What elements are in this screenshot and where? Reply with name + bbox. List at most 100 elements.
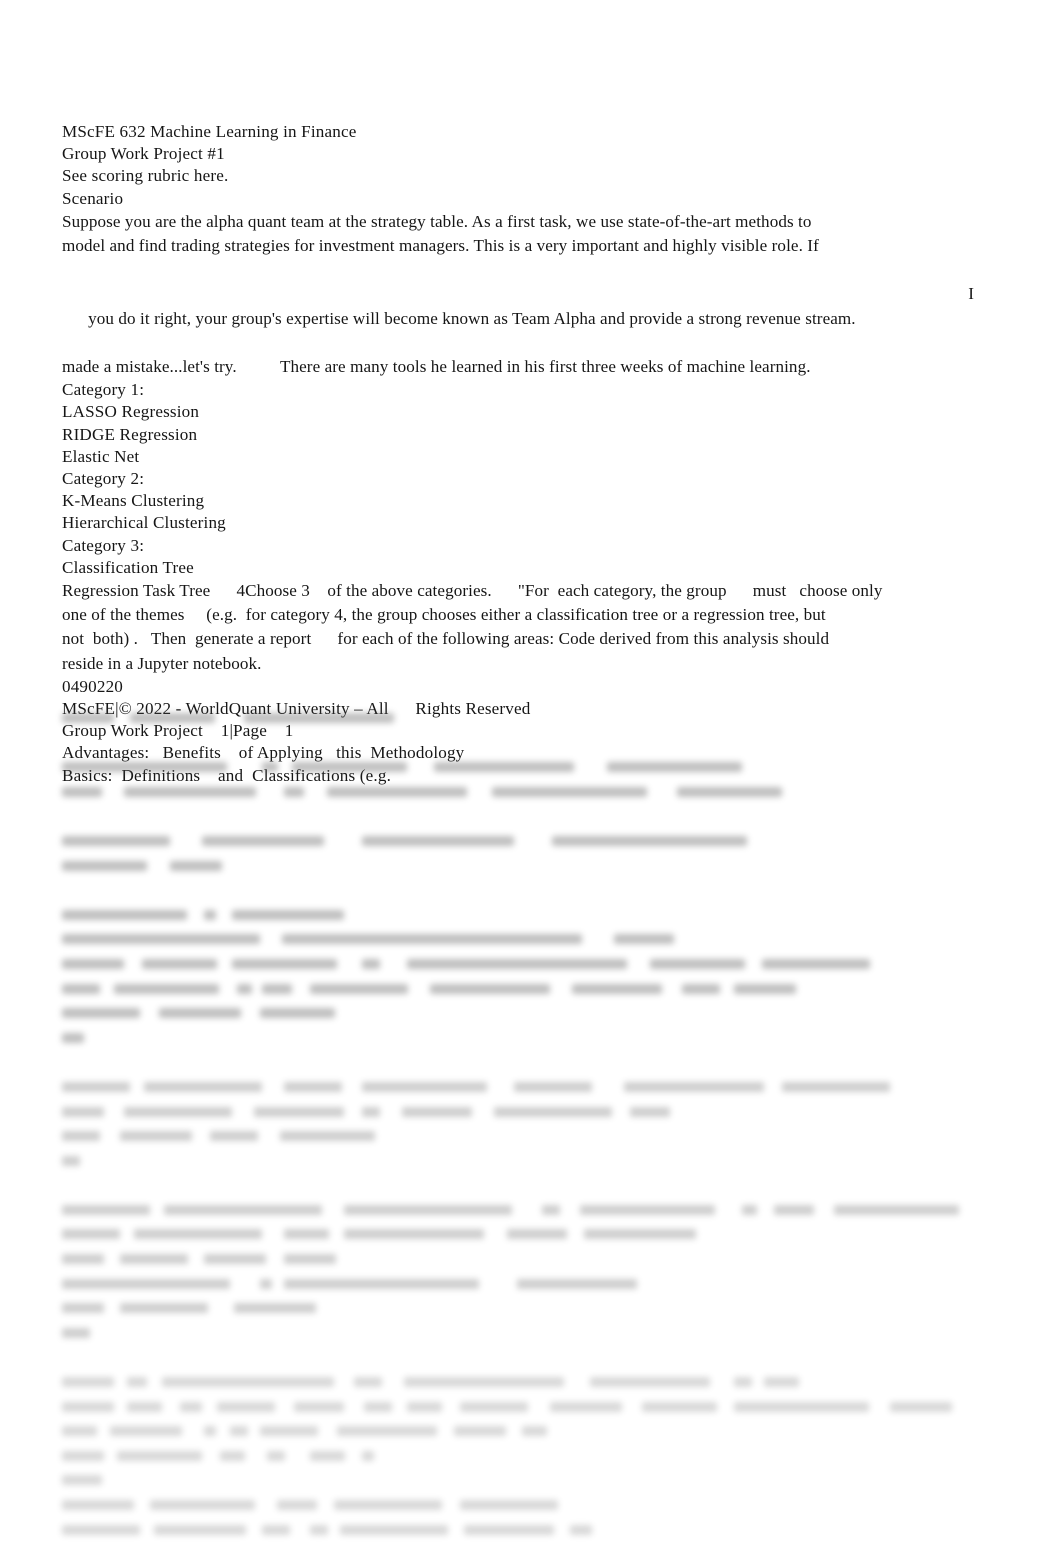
blurred-word-block	[260, 1008, 335, 1019]
blurred-text-line	[62, 1278, 1022, 1289]
blurred-word-block	[284, 1081, 342, 1092]
copyright-line: MScFE|© 2022 - WorldQuant University – A…	[62, 699, 531, 719]
blurred-word-block	[517, 1278, 637, 1289]
blurred-text-line	[62, 885, 1022, 895]
blurred-word-block	[514, 1081, 592, 1092]
blurred-word-block	[310, 983, 408, 994]
blurred-word-block	[134, 1229, 262, 1240]
blurred-text-line	[62, 1131, 1022, 1142]
blurred-word-block	[682, 983, 720, 994]
blurred-text-line	[62, 860, 1022, 871]
blurred-word-block	[237, 983, 252, 994]
blurred-word-block	[62, 1401, 114, 1412]
blurred-text-line	[62, 909, 1022, 920]
blurred-word-block	[344, 1229, 484, 1240]
instructions-paragraph-line-1: Regression Task Tree 4Choose 3 of the ab…	[62, 581, 883, 601]
blurred-word-block	[407, 1401, 442, 1412]
blurred-word-block	[62, 1081, 130, 1092]
blurred-word-block	[492, 786, 647, 797]
blurred-word-block	[62, 835, 170, 846]
scenario-paragraph-line-3: I you do it right, your group's expertis…	[62, 258, 982, 355]
blurred-word-block	[62, 958, 124, 969]
blurred-word-block	[742, 1204, 757, 1215]
blurred-word-block	[120, 1131, 192, 1142]
blurred-word-block	[614, 934, 674, 945]
blurred-text-line	[62, 1106, 1022, 1117]
blurred-word-block	[642, 1401, 717, 1412]
blurred-word-block	[460, 1401, 528, 1412]
blurred-word-block	[762, 958, 870, 969]
blurred-word-block	[430, 983, 550, 994]
blurred-word-block	[62, 1106, 104, 1117]
category-item-classification-tree: Classification Tree	[62, 557, 194, 577]
blurred-text-line	[62, 1500, 1022, 1510]
blurred-word-block	[232, 909, 344, 920]
blurred-word-block	[362, 1081, 487, 1092]
blurred-word-block	[217, 1401, 275, 1412]
blurred-word-block	[62, 860, 147, 871]
scenario-paragraph-line-4: made a mistake...let's try. There are ma…	[62, 357, 811, 377]
blurred-word-block	[62, 786, 102, 797]
blurred-word-block	[454, 1426, 506, 1437]
blurred-word-block	[354, 1377, 382, 1388]
instructions-paragraph-line-3: not both) . Then generate a report for e…	[62, 629, 830, 649]
blurred-word-block	[127, 1401, 162, 1412]
blurred-word-block	[890, 1401, 952, 1412]
blurred-word-block	[62, 1327, 90, 1338]
blurred-text-line	[62, 1032, 1022, 1043]
blurred-word-block	[650, 958, 745, 969]
blurred-word-block	[782, 1081, 890, 1092]
category-item-k-means-clustering: K-Means Clustering	[62, 491, 205, 511]
blurred-word-block	[284, 786, 304, 797]
blurred-word-block	[62, 1032, 84, 1043]
category-1-heading: Category 1:	[62, 380, 145, 400]
blurred-word-block	[117, 1450, 202, 1461]
blurred-word-block	[522, 1426, 547, 1437]
blurred-text-line	[62, 1180, 1022, 1190]
document-page: MScFE 632 Machine Learning in Finance Gr…	[0, 0, 1062, 1561]
scoring-rubric-line: See scoring rubric here.	[62, 166, 229, 186]
instructions-paragraph-line-4: reside in a Jupyter notebook.	[62, 653, 262, 673]
instructions-paragraph-line-2: one of the themes (e.g. for category 4, …	[62, 605, 826, 625]
blurred-illegible-text-region	[62, 713, 1022, 1535]
blurred-word-block	[584, 1229, 696, 1240]
category-item-hierarchical-clustering: Hierarchical Clustering	[62, 513, 226, 533]
blurred-text-line	[62, 835, 1022, 846]
blurred-word-block	[590, 1377, 710, 1388]
blurred-word-block	[230, 1426, 248, 1437]
blurred-word-block	[362, 835, 514, 846]
blurred-text-line	[62, 1057, 1022, 1067]
blurred-word-block	[180, 1401, 202, 1412]
scenario-paragraph-line-2: model and find trading strategies for in…	[62, 236, 819, 256]
blurred-word-block	[110, 1426, 182, 1437]
blurred-word-block	[120, 1303, 208, 1314]
blurred-word-block	[62, 909, 187, 920]
blurred-text-line	[62, 983, 1022, 994]
blurred-word-block	[62, 1278, 230, 1289]
blurred-word-block	[407, 958, 627, 969]
blurred-word-block	[280, 1131, 375, 1142]
blurred-word-block	[260, 1278, 272, 1289]
blurred-word-block	[362, 1106, 380, 1117]
blurred-word-block	[62, 1303, 104, 1314]
blurred-word-block	[310, 1524, 328, 1535]
blurred-text-line	[62, 1327, 1022, 1338]
blurred-word-block	[277, 1500, 317, 1510]
basics-heading-line: Basics: Definitions and Classifications …	[62, 765, 392, 785]
blurred-word-block	[774, 1204, 814, 1215]
blurred-word-block	[62, 934, 260, 945]
blurred-word-block	[204, 1426, 216, 1437]
blurred-word-block	[542, 1204, 560, 1215]
blurred-word-block	[570, 1524, 592, 1535]
blurred-text-line	[62, 1155, 1022, 1166]
blurred-word-block	[144, 1081, 262, 1092]
category-item-elastic-net: Elastic Net	[62, 446, 140, 466]
blurred-word-block	[124, 786, 256, 797]
blurred-word-block	[159, 1008, 241, 1019]
document-id-number: 0490220	[62, 676, 124, 696]
blurred-word-block	[254, 1106, 344, 1117]
blurred-word-block	[550, 1401, 622, 1412]
blurred-word-block	[127, 1377, 147, 1388]
blurred-text-line	[62, 1008, 1022, 1019]
blurred-word-block	[62, 1524, 140, 1535]
